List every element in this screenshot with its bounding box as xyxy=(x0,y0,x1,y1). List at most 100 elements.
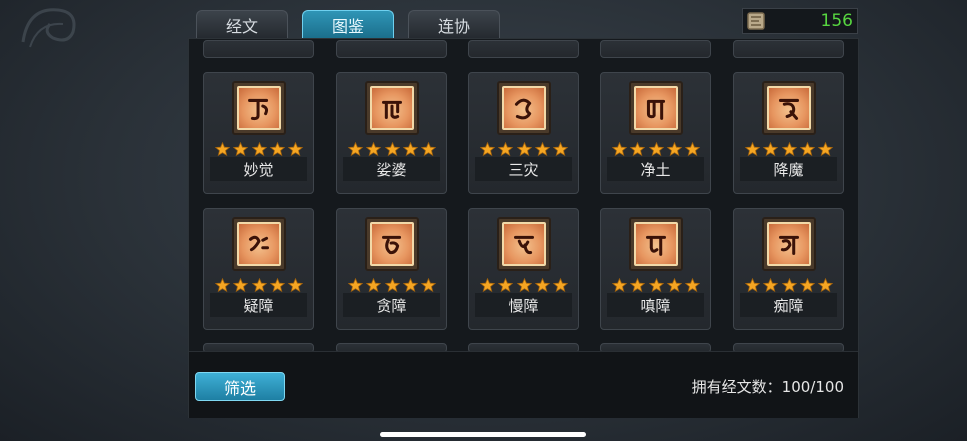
card-name: 嗔障 xyxy=(607,293,704,317)
card-icon-frame xyxy=(497,81,551,135)
tab-collection[interactable]: 图鉴 xyxy=(302,10,394,38)
scripture-card[interactable]: 净土 xyxy=(600,72,711,194)
card-partial-bottom[interactable] xyxy=(203,343,314,351)
home-indicator[interactable] xyxy=(380,432,586,437)
card-partial-bottom[interactable] xyxy=(600,343,711,351)
card-name: 慢障 xyxy=(475,293,572,317)
star-icon xyxy=(348,142,363,157)
star-icon xyxy=(685,278,700,293)
card-icon-frame xyxy=(762,81,816,135)
card-name: 疑障 xyxy=(210,293,307,317)
sanskrit-glyph-6-icon xyxy=(248,235,270,252)
star-icon xyxy=(233,278,249,293)
star-icon xyxy=(534,142,550,157)
card-partial-top[interactable] xyxy=(733,40,844,58)
card-icon-tile xyxy=(634,86,678,130)
star-icon xyxy=(666,278,682,293)
card-partial-top[interactable] xyxy=(336,40,447,58)
card-icon-tile xyxy=(767,86,811,130)
filter-button[interactable]: 筛选 xyxy=(195,372,285,401)
star-icon xyxy=(498,278,514,293)
star-icon xyxy=(534,278,550,293)
scripture-card[interactable]: 嗔障 xyxy=(600,208,711,330)
tab-scriptures[interactable]: 经文 xyxy=(196,10,288,38)
card-icon-frame xyxy=(365,217,419,271)
star-icon xyxy=(630,278,646,293)
star-icon xyxy=(288,278,303,293)
card-icon-tile xyxy=(502,86,546,130)
scripture-card[interactable]: 痴障 xyxy=(733,208,844,330)
card-partial-bottom[interactable] xyxy=(733,343,844,351)
card-name: 降魔 xyxy=(740,157,837,181)
star-icon xyxy=(612,278,627,293)
card-icon-tile xyxy=(237,222,281,266)
star-icon xyxy=(288,142,303,157)
card-name: 娑婆 xyxy=(343,157,440,181)
star-icon xyxy=(612,142,627,157)
sanskrit-glyph-10-icon xyxy=(778,235,800,255)
card-icon-tile xyxy=(634,222,678,266)
collection-panel: 妙觉 娑婆 三灾 净土 降魔疑障 贪障 慢障 嗔障 痴障 筛选 拥有经文数：100/100 xyxy=(188,38,859,418)
card-icon-tile xyxy=(767,222,811,266)
star-icon xyxy=(799,142,815,157)
star-icon xyxy=(498,142,514,157)
counter-value: 156 xyxy=(820,11,853,31)
scripture-card[interactable]: 娑婆 xyxy=(336,72,447,194)
tab-combos[interactable]: 连协 xyxy=(408,10,500,38)
sanskrit-glyph-1-icon xyxy=(248,98,269,121)
star-icon xyxy=(781,278,797,293)
card-name: 三灾 xyxy=(475,157,572,181)
card-icon-frame xyxy=(232,217,286,271)
scripture-card[interactable]: 慢障 xyxy=(468,208,579,330)
star-rating xyxy=(480,278,568,293)
sanskrit-glyph-2-icon xyxy=(381,100,403,119)
card-icon-frame xyxy=(232,81,286,135)
card-partial-bottom[interactable] xyxy=(468,343,579,351)
scripture-card[interactable]: 妙觉 xyxy=(203,72,314,194)
star-icon xyxy=(781,142,797,157)
card-icon-tile xyxy=(237,86,281,130)
card-grid[interactable]: 妙觉 娑婆 三灾 净土 降魔疑障 贪障 慢障 嗔障 痴障 xyxy=(189,39,858,351)
star-icon xyxy=(251,278,267,293)
scripture-card[interactable]: 降魔 xyxy=(733,72,844,194)
star-icon xyxy=(251,142,267,157)
star-icon xyxy=(348,278,363,293)
star-icon xyxy=(421,142,436,157)
star-icon xyxy=(763,142,779,157)
card-icon-frame xyxy=(497,217,551,271)
sanskrit-glyph-5-icon xyxy=(778,98,800,120)
star-icon xyxy=(553,278,568,293)
star-icon xyxy=(402,278,418,293)
card-partial-top[interactable] xyxy=(468,40,579,58)
card-name: 痴障 xyxy=(740,293,837,317)
card-icon-frame xyxy=(365,81,419,135)
star-icon xyxy=(648,142,664,157)
scripture-card[interactable]: 疑障 xyxy=(203,208,314,330)
star-icon xyxy=(818,278,833,293)
star-icon xyxy=(745,278,760,293)
star-icon xyxy=(480,142,495,157)
card-icon-tile xyxy=(370,86,414,130)
star-rating xyxy=(348,142,436,157)
sanskrit-glyph-4-icon xyxy=(646,99,666,120)
star-icon xyxy=(745,142,760,157)
card-name: 妙觉 xyxy=(210,157,307,181)
card-partial-top[interactable] xyxy=(203,40,314,58)
star-icon xyxy=(269,142,285,157)
sanskrit-glyph-7-icon xyxy=(381,235,402,255)
scripture-card[interactable]: 三灾 xyxy=(468,72,579,194)
card-icon-tile xyxy=(502,222,546,266)
star-icon xyxy=(215,142,230,157)
owned-count: 拥有经文数：100/100 xyxy=(691,378,844,396)
star-icon xyxy=(366,142,382,157)
star-rating xyxy=(480,142,568,157)
star-icon xyxy=(666,142,682,157)
card-partial-bottom[interactable] xyxy=(336,343,447,351)
star-icon xyxy=(630,142,646,157)
star-rating xyxy=(215,278,303,293)
scripture-card[interactable]: 贪障 xyxy=(336,208,447,330)
star-icon xyxy=(215,278,230,293)
star-icon xyxy=(366,278,382,293)
card-partial-top[interactable] xyxy=(600,40,711,58)
scripture-counter: 156 xyxy=(742,8,858,34)
